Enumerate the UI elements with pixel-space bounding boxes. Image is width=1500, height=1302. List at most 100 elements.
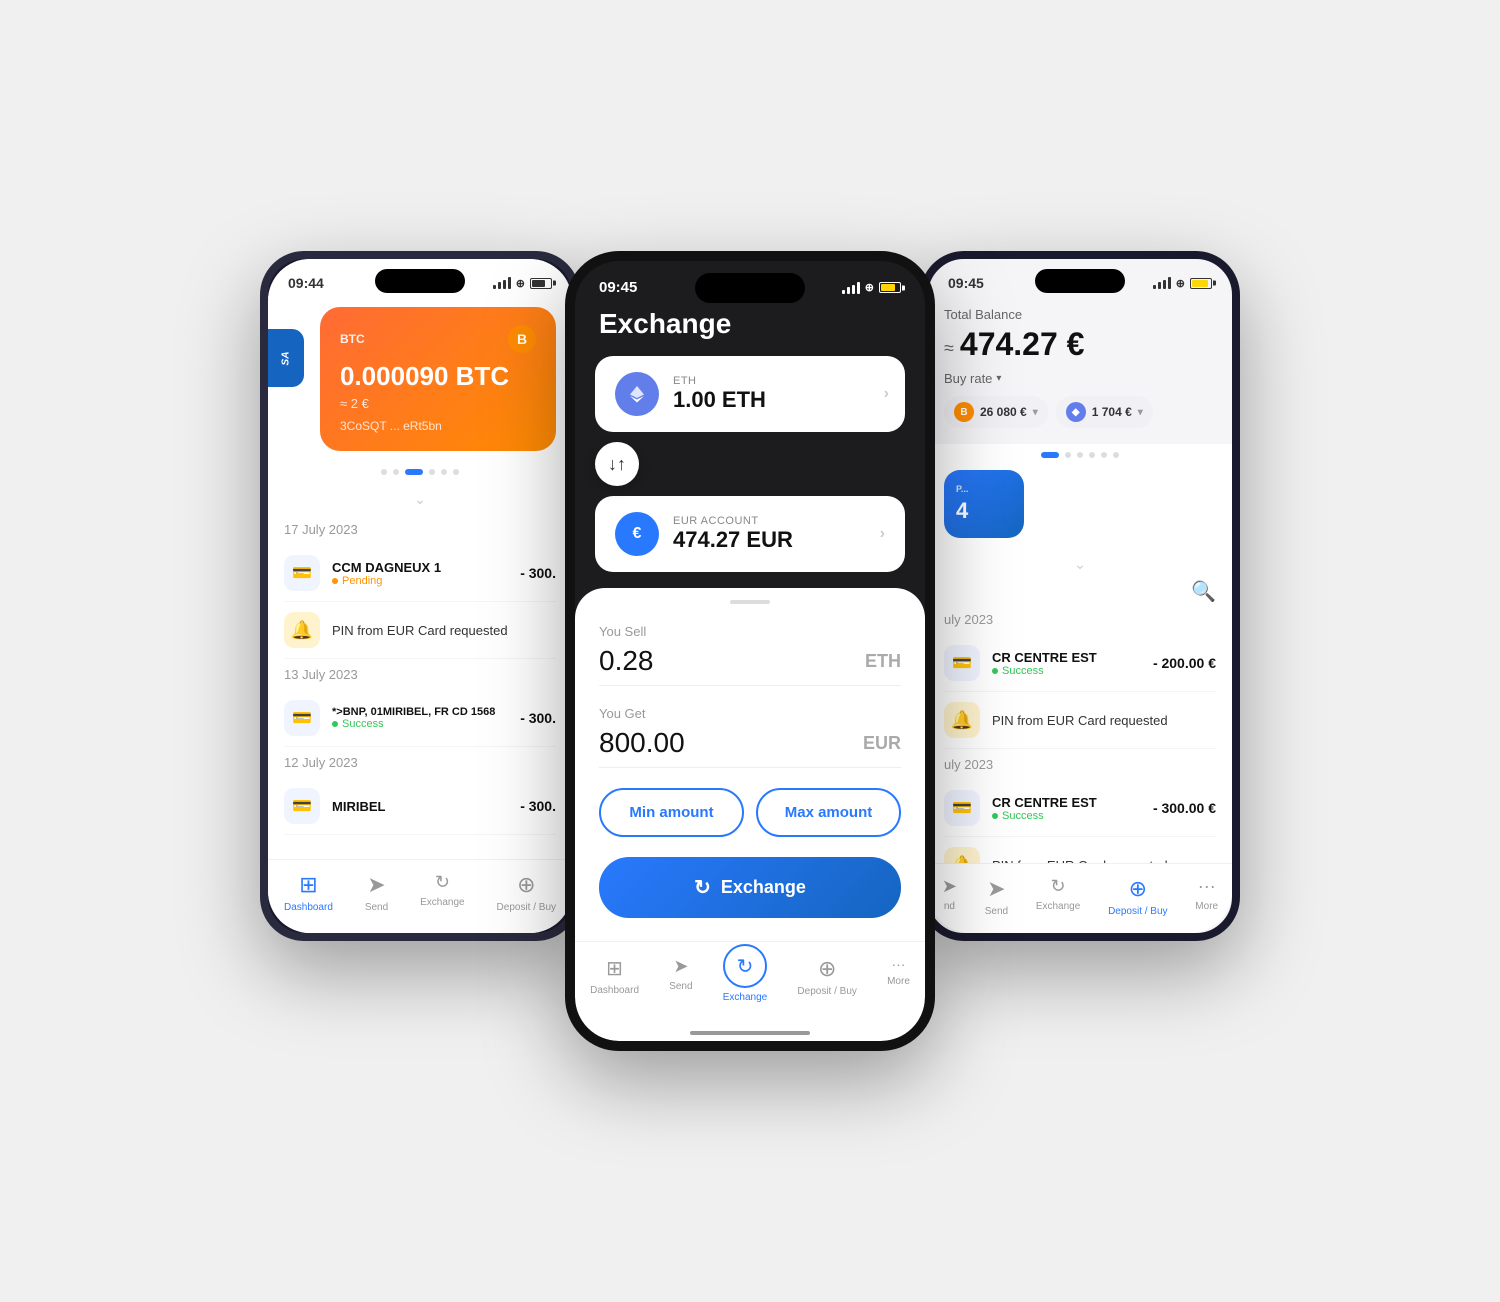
you-sell-input[interactable] — [599, 645, 810, 677]
right-nav-nd[interactable]: ➤ nd — [932, 872, 967, 921]
dot-2 — [393, 469, 399, 475]
left-nav-deposit-label: Deposit / Buy — [497, 902, 556, 913]
eth-rate-pill[interactable]: ◆ 1 704 € ▾ — [1056, 396, 1153, 428]
right-success-dot-2 — [992, 813, 998, 819]
tx-status-1: Pending — [332, 575, 508, 587]
you-get-input[interactable] — [599, 727, 810, 759]
tx-icon-1: 💳 — [284, 555, 320, 591]
min-amount-button[interactable]: Min amount — [599, 788, 744, 837]
btc-rate-pill[interactable]: B 26 080 € ▾ — [944, 396, 1048, 428]
left-nav-exchange[interactable]: ↻ Exchange — [410, 868, 474, 917]
right-nav-more[interactable]: ··· More — [1185, 872, 1228, 921]
amount-buttons: Min amount Max amount — [599, 788, 901, 837]
you-get-currency: EUR — [863, 733, 901, 754]
right-notification-1[interactable]: 🔔 PIN from EUR Card requested — [944, 692, 1216, 749]
panel-handle — [730, 600, 770, 604]
exchange-title: Exchange — [599, 304, 901, 340]
tx-icon-3: 💳 — [284, 788, 320, 824]
deposit-icon-center: ⊕ — [818, 956, 836, 982]
eth-currency-card[interactable]: ETH 1.00 ETH › — [595, 356, 905, 432]
eth-icon — [615, 372, 659, 416]
left-nav-deposit[interactable]: ⊕ Deposit / Buy — [487, 868, 566, 917]
visa-partial-card: SA — [268, 329, 304, 387]
left-date-3: 12 July 2023 — [284, 747, 556, 778]
right-blue-card[interactable]: P... 4 — [944, 470, 1024, 538]
left-phone: 09:44 ⊕ — [260, 251, 580, 941]
nav-nd-icon: ➤ — [942, 876, 957, 897]
dot-3 — [405, 469, 423, 475]
exchange-btn-label: Exchange — [721, 877, 806, 898]
dot-5 — [441, 469, 447, 475]
left-nav-dashboard-label: Dashboard — [284, 902, 333, 913]
you-get-group: You Get EUR — [599, 706, 901, 768]
center-nav-send[interactable]: ➤ Send — [659, 952, 702, 1007]
btc-amount: 0.000090 BTC — [340, 361, 536, 392]
right-bell-icon-2: 🔔 — [944, 847, 980, 863]
deposit-icon-left: ⊕ — [517, 872, 535, 898]
left-nav-send-label: Send — [365, 902, 388, 913]
right-bell-icon-1: 🔔 — [944, 702, 980, 738]
right-time: 09:45 — [948, 275, 984, 291]
visa-label: SA — [281, 351, 292, 365]
eth-chevron: ▾ — [1138, 407, 1143, 418]
eur-currency-card[interactable]: € EUR ACCOUNT 474.27 EUR › — [595, 496, 905, 572]
btc-circle-icon: B — [954, 402, 974, 422]
center-nav-more[interactable]: ··· More — [877, 952, 920, 1007]
home-indicator-area — [575, 1027, 925, 1041]
max-amount-button[interactable]: Max amount — [756, 788, 901, 837]
center-nav-deposit[interactable]: ⊕ Deposit / Buy — [787, 952, 866, 1007]
left-status-icons: ⊕ — [493, 277, 552, 290]
right-notification-2[interactable]: 🔔 PIN from EUR Card requested — [944, 837, 1216, 863]
table-row[interactable]: 💳 *>BNP, 01MIRIBEL, FR CD 1568 Success -… — [284, 690, 556, 747]
right-dot-3 — [1077, 452, 1083, 458]
right-tx-icon-1: 💳 — [944, 645, 980, 681]
left-nav-dashboard[interactable]: ⊞ Dashboard — [274, 868, 343, 917]
approx-symbol: ≈ — [944, 338, 954, 359]
right-bottom-nav: ➤ nd ➤ Send ↻ Exchange ⊕ Deposit / Buy — [928, 863, 1232, 933]
tx-info-1: CCM DAGNEUX 1 Pending — [332, 560, 508, 587]
btc-label: BTC — [340, 332, 365, 346]
more-icon-right: ··· — [1198, 876, 1216, 897]
btc-chevron: ▾ — [1033, 407, 1038, 418]
right-nav-exchange[interactable]: ↻ Exchange — [1026, 872, 1090, 921]
right-notif-text-1: PIN from EUR Card requested — [992, 713, 1168, 728]
exchange-submit-button[interactable]: ↻ Exchange — [599, 857, 901, 918]
search-icon[interactable]: 🔍 — [1191, 579, 1216, 604]
right-nav-nd-label: nd — [944, 901, 955, 912]
btc-card[interactable]: BTC B 0.000090 BTC ≈ 2 € 3CoSQT ... eRt5… — [320, 307, 556, 451]
crypto-rate-pills: B 26 080 € ▾ ◆ 1 704 € ▾ — [944, 396, 1216, 428]
right-scroll-arrow[interactable]: ⌄ — [928, 550, 1232, 579]
deposit-icon-right: ⊕ — [1129, 876, 1147, 902]
right-tx-status-2: Success — [992, 810, 1141, 822]
eth-currency-value: 1.00 ETH — [673, 387, 766, 413]
left-nav-send[interactable]: ➤ Send — [355, 868, 398, 917]
right-tx-amount-2: - 300.00 € — [1153, 800, 1216, 816]
right-dot-1 — [1041, 452, 1059, 458]
notification-item-1[interactable]: 🔔 PIN from EUR Card requested — [284, 602, 556, 659]
right-tx-info-1: CR CENTRE EST Success — [992, 650, 1141, 677]
table-row[interactable]: 💳 CCM DAGNEUX 1 Pending - 300. — [284, 545, 556, 602]
you-get-input-row[interactable]: EUR — [599, 727, 901, 768]
left-time: 09:44 — [288, 275, 324, 291]
right-header: Total Balance ≈ 474.27 € Buy rate ▾ B 26… — [928, 299, 1232, 444]
right-nav-deposit[interactable]: ⊕ Deposit / Buy — [1098, 872, 1177, 921]
right-nav-send[interactable]: ➤ Send — [975, 872, 1018, 921]
left-scroll-arrow[interactable]: ⌄ — [268, 485, 572, 514]
table-row[interactable]: 💳 CR CENTRE EST Success - 200.00 € — [944, 635, 1216, 692]
eur-currency-value: 474.27 EUR — [673, 527, 793, 553]
right-dot-6 — [1113, 452, 1119, 458]
buy-rate-row[interactable]: Buy rate ▾ — [944, 371, 1216, 386]
swap-button[interactable]: ↓↑ — [595, 442, 639, 486]
right-tx-name-1: CR CENTRE EST — [992, 650, 1141, 665]
table-row[interactable]: 💳 CR CENTRE EST Success - 300.00 € — [944, 780, 1216, 837]
right-dynamic-island — [1035, 269, 1125, 293]
center-bottom-nav: ⊞ Dashboard ➤ Send ↻ Exchange ⊕ — [575, 941, 925, 1027]
table-row[interactable]: 💳 MIRIBEL - 300. — [284, 778, 556, 835]
success-dot-2 — [332, 721, 338, 727]
center-battery-icon — [879, 282, 901, 293]
you-sell-input-row[interactable]: ETH — [599, 645, 901, 686]
center-nav-dashboard[interactable]: ⊞ Dashboard — [580, 952, 649, 1007]
center-nav-send-label: Send — [669, 981, 692, 992]
exchange-btn-icon: ↻ — [694, 875, 711, 900]
center-nav-exchange[interactable]: ↻ Exchange — [713, 952, 777, 1007]
